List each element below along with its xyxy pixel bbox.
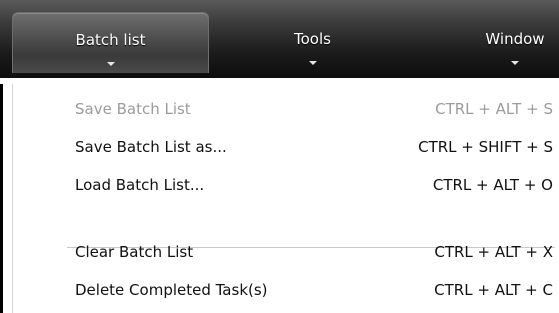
chevron-down-icon xyxy=(308,61,317,65)
chevron-down-icon xyxy=(511,61,519,65)
window-edge xyxy=(0,84,3,313)
menu-item-shortcut: CTRL + ALT + X xyxy=(434,243,553,261)
batch-list-dropdown-menu: Save Batch List CTRL + ALT + S Save Batc… xyxy=(12,84,559,313)
menu-tab-label: Batch list xyxy=(75,31,146,49)
menu-item-label: Delete Completed Task(s) xyxy=(75,281,268,299)
menu-item-clear-batch-list[interactable]: Clear Batch List CTRL + ALT + X xyxy=(13,234,559,272)
menu-item-load-batch-list[interactable]: Load Batch List... CTRL + ALT + O xyxy=(13,167,559,205)
menu-tab-tools[interactable]: Tools xyxy=(240,12,385,72)
menu-tab-label: Window xyxy=(485,30,545,48)
menu-item-label: Clear Batch List xyxy=(75,243,194,261)
chevron-down-icon xyxy=(106,62,115,66)
menu-item-delete-completed-tasks[interactable]: Delete Completed Task(s) CTRL + ALT + C xyxy=(13,272,559,310)
menu-tab-batch-list[interactable]: Batch list xyxy=(12,12,209,73)
menu-item-shortcut: CTRL + ALT + S xyxy=(435,100,553,118)
menu-tab-label: Tools xyxy=(294,30,331,48)
menu-item-label: Save Batch List as... xyxy=(75,138,227,156)
menu-tab-window[interactable]: Window xyxy=(440,12,559,72)
menu-item-label: Save Batch List xyxy=(75,100,191,118)
menu-item-label: Load Batch List... xyxy=(75,176,205,194)
menu-item-shortcut: CTRL + SHIFT + S xyxy=(418,138,553,156)
menu-item-save-batch-list-as[interactable]: Save Batch List as... CTRL + SHIFT + S xyxy=(13,129,559,167)
menu-item-save-batch-list[interactable]: Save Batch List CTRL + ALT + S xyxy=(13,91,559,129)
menu-item-shortcut: CTRL + ALT + C xyxy=(434,281,553,299)
menu-bar: Batch list Tools Window xyxy=(0,0,559,80)
menu-item-shortcut: CTRL + ALT + O xyxy=(432,176,553,194)
